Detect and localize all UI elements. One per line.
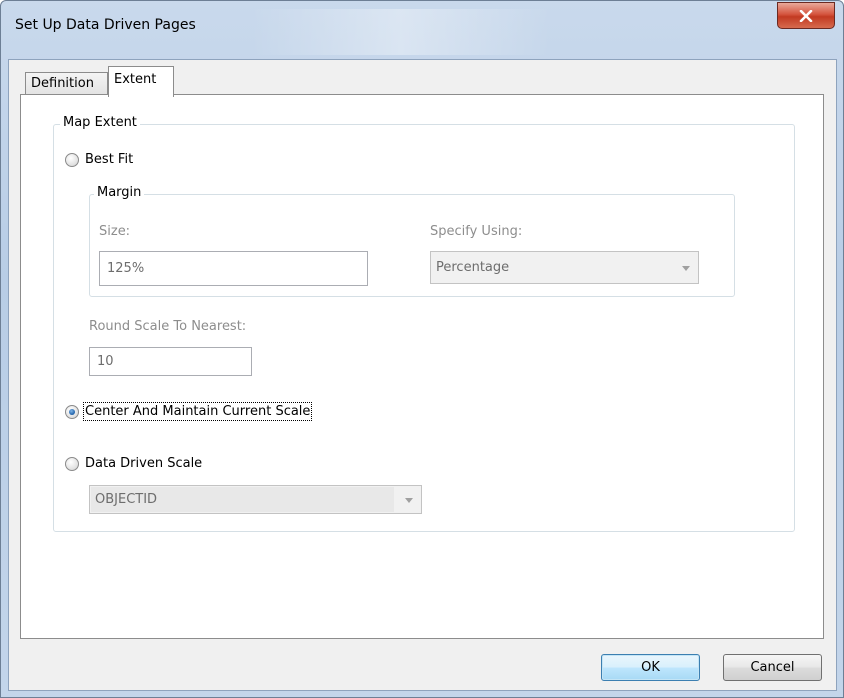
data-driven-scale-radio[interactable] xyxy=(65,456,79,471)
round-scale-value: 10 xyxy=(97,354,114,369)
cancel-button[interactable]: Cancel xyxy=(723,654,822,681)
tab-definition-label: Definition xyxy=(31,76,94,91)
specify-using-value: Percentage xyxy=(436,260,510,275)
dialog-window: Set Up Data Driven Pages Definition Exte… xyxy=(0,0,844,698)
cancel-button-label: Cancel xyxy=(750,660,795,675)
tab-extent[interactable]: Extent xyxy=(108,66,174,97)
specify-using-label: Specify Using: xyxy=(430,224,523,239)
map-extent-legend: Map Extent xyxy=(60,115,140,130)
title-glass-decoration xyxy=(251,9,551,55)
data-driven-scale-value: OBJECTID xyxy=(95,492,158,507)
dialog-client-area: Definition Extent Map Extent Best Fit Ma… xyxy=(8,59,837,691)
window-title: Set Up Data Driven Pages xyxy=(15,17,196,33)
chevron-down-icon xyxy=(405,497,413,503)
extent-tab-page: Map Extent Best Fit Margin Size: 125% Sp… xyxy=(20,94,824,639)
close-icon xyxy=(799,9,813,22)
center-maintain-option[interactable]: Center And Maintain Current Scale xyxy=(65,402,313,421)
ok-button[interactable]: OK xyxy=(601,654,700,681)
map-extent-group: Map Extent Best Fit Margin Size: 125% Sp… xyxy=(53,115,795,532)
best-fit-option[interactable]: Best Fit xyxy=(65,152,133,167)
tab-extent-label: Extent xyxy=(114,72,157,87)
round-scale-label: Round Scale To Nearest: xyxy=(89,319,247,334)
margin-group: Margin Size: 125% Specify Using: Percent… xyxy=(89,185,735,297)
ok-button-label: OK xyxy=(641,660,660,675)
round-scale-input[interactable]: 10 xyxy=(89,347,252,376)
margin-legend: Margin xyxy=(94,185,145,200)
size-value: 125% xyxy=(107,261,145,276)
data-driven-scale-label: Data Driven Scale xyxy=(85,456,203,471)
center-maintain-label: Center And Maintain Current Scale xyxy=(82,402,313,421)
data-driven-scale-select[interactable]: OBJECTID xyxy=(89,485,422,514)
size-label: Size: xyxy=(99,224,131,239)
data-driven-scale-option[interactable]: Data Driven Scale xyxy=(65,456,202,471)
title-bar[interactable]: Set Up Data Driven Pages xyxy=(1,1,843,59)
best-fit-radio[interactable] xyxy=(65,152,79,167)
size-input[interactable]: 125% xyxy=(99,251,368,286)
center-maintain-radio[interactable] xyxy=(65,404,79,419)
close-button[interactable] xyxy=(777,2,835,29)
chevron-down-icon xyxy=(682,265,690,271)
specify-using-select[interactable]: Percentage xyxy=(430,251,699,284)
best-fit-label: Best Fit xyxy=(85,152,134,167)
tab-definition[interactable]: Definition xyxy=(25,72,108,96)
